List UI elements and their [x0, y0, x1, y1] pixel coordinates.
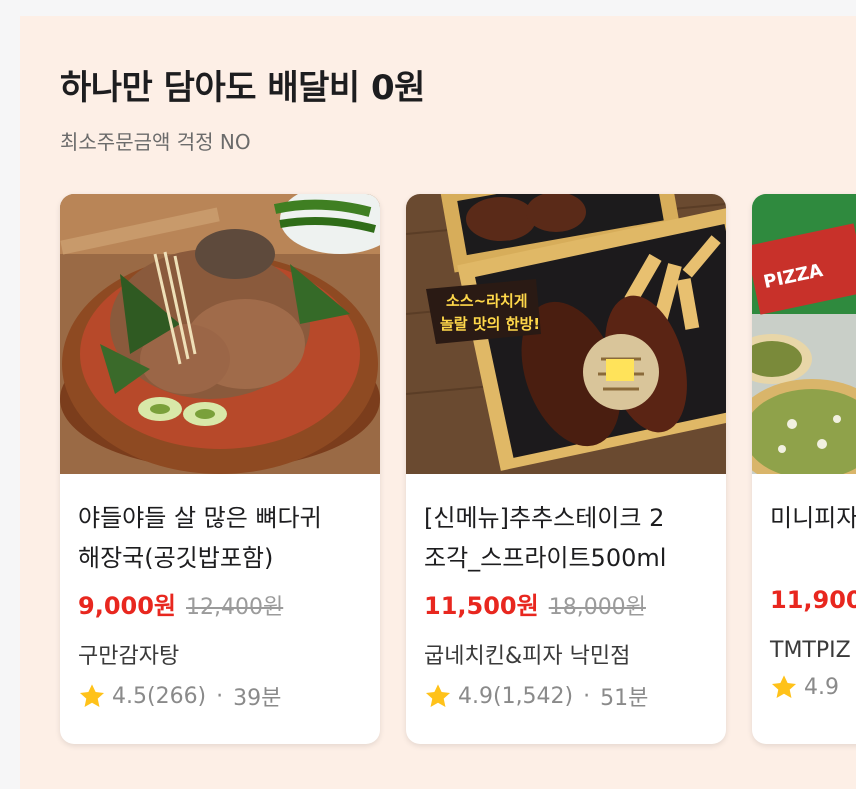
- deal-section: 하나만 담아도 배달비 0원 최소주문금액 걱정 NO 야들야들 살 많은 뼈다…: [20, 16, 856, 789]
- delivery-time: 51분: [600, 686, 649, 711]
- section-subtitle: 최소주문금액 걱정 NO: [60, 130, 251, 154]
- rating-text: 4.9(1,542): [458, 683, 574, 709]
- product-card[interactable]: PIZZA 미니피자 11,900 TMTPIZ 4.9: [752, 194, 856, 744]
- section-title: 하나만 담아도 배달비 0원: [60, 68, 425, 108]
- rating-row: 4.9: [770, 673, 856, 701]
- image-badge-line1: 소스~라치게: [446, 292, 528, 310]
- product-image-steak: 소스~라치게 놀랄 맛의 한방!: [406, 194, 726, 474]
- product-name: [신메뉴]추추스테이크 2 조각_스프라이트500ml: [424, 504, 667, 572]
- rating-text: 4.5(266): [112, 683, 207, 709]
- store-name: 구만감자탕: [78, 644, 180, 669]
- store-name: TMTPIZ: [770, 638, 851, 663]
- image-badge-line2: 놀랄 맛의 한방!: [440, 315, 540, 333]
- sale-price: 11,900: [770, 586, 856, 614]
- sale-price: 11,500원: [424, 592, 539, 620]
- rating-text: 4.9: [804, 674, 839, 700]
- star-icon: [771, 675, 797, 698]
- price-row: 9,000원 12,400원: [78, 586, 362, 622]
- product-name: 미니피자: [770, 504, 856, 532]
- product-image-pizza: PIZZA: [752, 194, 856, 474]
- sale-price: 9,000원: [78, 592, 176, 620]
- separator-dot: ·: [583, 683, 591, 709]
- original-price: 18,000원: [548, 595, 646, 620]
- product-image-haejangguk: [60, 194, 380, 474]
- delivery-time: 39분: [233, 686, 282, 711]
- product-name: 야들야들 살 많은 뼈다귀 해장국(공깃밥포함): [78, 504, 322, 572]
- price-row: 11,900: [770, 586, 856, 622]
- store-name: 굽네치킨&피자 낙민점: [424, 644, 631, 669]
- product-card[interactable]: 소스~라치게 놀랄 맛의 한방! [신메뉴]추추스테이크 2 조각_스프라이트5…: [406, 194, 726, 744]
- price-row: 11,500원 18,000원: [424, 586, 708, 622]
- separator-dot: ·: [216, 683, 224, 709]
- product-card[interactable]: 야들야들 살 많은 뼈다귀 해장국(공깃밥포함) 9,000원 12,400원 …: [60, 194, 380, 744]
- rating-row: 4.9(1,542) · 51분: [424, 680, 708, 712]
- star-icon: [425, 684, 451, 707]
- original-price: 12,400원: [186, 595, 284, 620]
- rating-row: 4.5(266) · 39분: [78, 680, 362, 712]
- star-icon: [79, 684, 105, 707]
